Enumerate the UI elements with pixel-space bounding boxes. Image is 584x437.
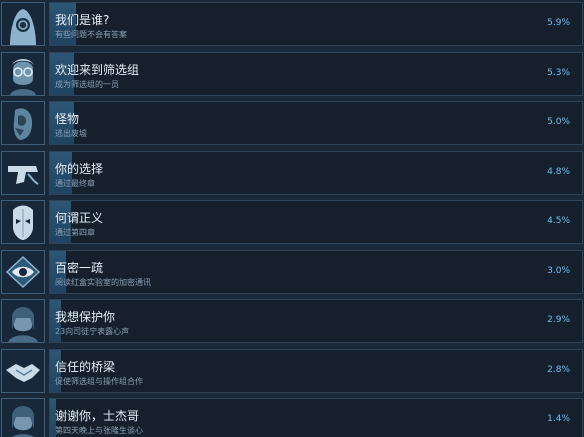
achievement-description: 通过最终章 [55,179,95,188]
achievement-description: 23向司徒宁表露心声 [55,327,130,336]
achievement-title: 怪物 [55,112,80,126]
achievement-title: 信任的桥梁 [55,360,116,374]
achievement-progress-bar: 我想保护你 23向司徒宁表露心声 2.9% [49,299,583,343]
achievement-row[interactable]: 何谓正义通过第四章 4.5% [0,200,584,246]
achievement-title: 我想保护你 [55,310,116,324]
achievement-title: 何谓正义 [55,211,104,225]
hooded-person-icon [1,2,45,46]
achievement-title: 欢迎来到筛选组 [55,63,140,77]
achievement-percent: 4.8% [547,167,570,177]
achievement-percent: 5.3% [547,68,570,78]
achievement-list: 我们是谁? 有些问题不会有答案 5.9% 欢迎来到筛选组成为筛选组的一员 5.3% 怪物逃… [0,0,584,437]
achievement-title: 我们是谁? [55,13,110,27]
achievement-row[interactable]: 谢谢你，士杰哥第四天晚上与张隆生谈心 1.4% [0,398,584,437]
achievement-row[interactable]: 欢迎来到筛选组成为筛选组的一员 5.3% [0,52,584,98]
achievement-progress-bar: 怪物逃出废墟 5.0% [49,101,583,145]
achievement-percent: 2.9% [547,315,570,325]
achievement-description: 逃出废墟 [55,129,87,138]
achievement-description: 有些问题不会有答案 [55,30,127,39]
achievement-progress-bar: 你的选择通过最终章 4.8% [49,151,583,195]
achievement-row[interactable]: 百密一疏阅读红盒实验室的加密通讯 3.0% [0,250,584,296]
portrait-icon [1,299,45,343]
achievement-progress-bar: 百密一疏阅读红盒实验室的加密通讯 3.0% [49,250,583,294]
achievement-description: 第四天晚上与张隆生谈心 [55,426,143,435]
achievement-row[interactable]: 我们是谁? 有些问题不会有答案 5.9% [0,2,584,48]
achievement-description: 阅读红盒实验室的加密通讯 [55,278,151,287]
pistol-icon [1,151,45,195]
achievement-row[interactable]: 我想保护你 23向司徒宁表露心声 2.9% [0,299,584,345]
achievement-progress-bar: 欢迎来到筛选组成为筛选组的一员 5.3% [49,52,583,96]
achievement-progress-bar: 谢谢你，士杰哥第四天晚上与张隆生谈心 1.4% [49,398,583,437]
achievement-percent: 2.8% [547,365,570,375]
glasses-man-icon [1,52,45,96]
achievement-percent: 5.0% [547,117,570,127]
achievement-percent: 5.9% [547,18,570,28]
achievement-progress-bar: 信任的桥梁促使筛选组与操作组合作 2.8% [49,349,583,393]
portrait-icon [1,398,45,437]
achievement-description: 成为筛选组的一员 [55,80,119,89]
achievement-row[interactable]: 你的选择通过最终章 4.8% [0,151,584,197]
achievement-description: 促使筛选组与操作组合作 [55,377,143,386]
achievement-percent: 4.5% [547,216,570,226]
handshake-icon [1,349,45,393]
achievement-progress-bar: 何谓正义通过第四章 4.5% [49,200,583,244]
eye-diamond-icon [1,250,45,294]
achievement-percent: 1.4% [547,414,570,424]
achievement-progress-bar: 我们是谁? 有些问题不会有答案 5.9% [49,2,583,46]
achievement-description: 通过第四章 [55,228,95,237]
mask-icon [1,200,45,244]
achievement-title: 百密一疏 [55,261,104,275]
monster-head-icon [1,101,45,145]
achievement-title: 你的选择 [55,162,104,176]
achievement-row[interactable]: 怪物逃出废墟 5.0% [0,101,584,147]
achievement-row[interactable]: 信任的桥梁促使筛选组与操作组合作 2.8% [0,349,584,395]
achievement-title: 谢谢你，士杰哥 [55,409,140,423]
achievement-percent: 3.0% [547,266,570,276]
